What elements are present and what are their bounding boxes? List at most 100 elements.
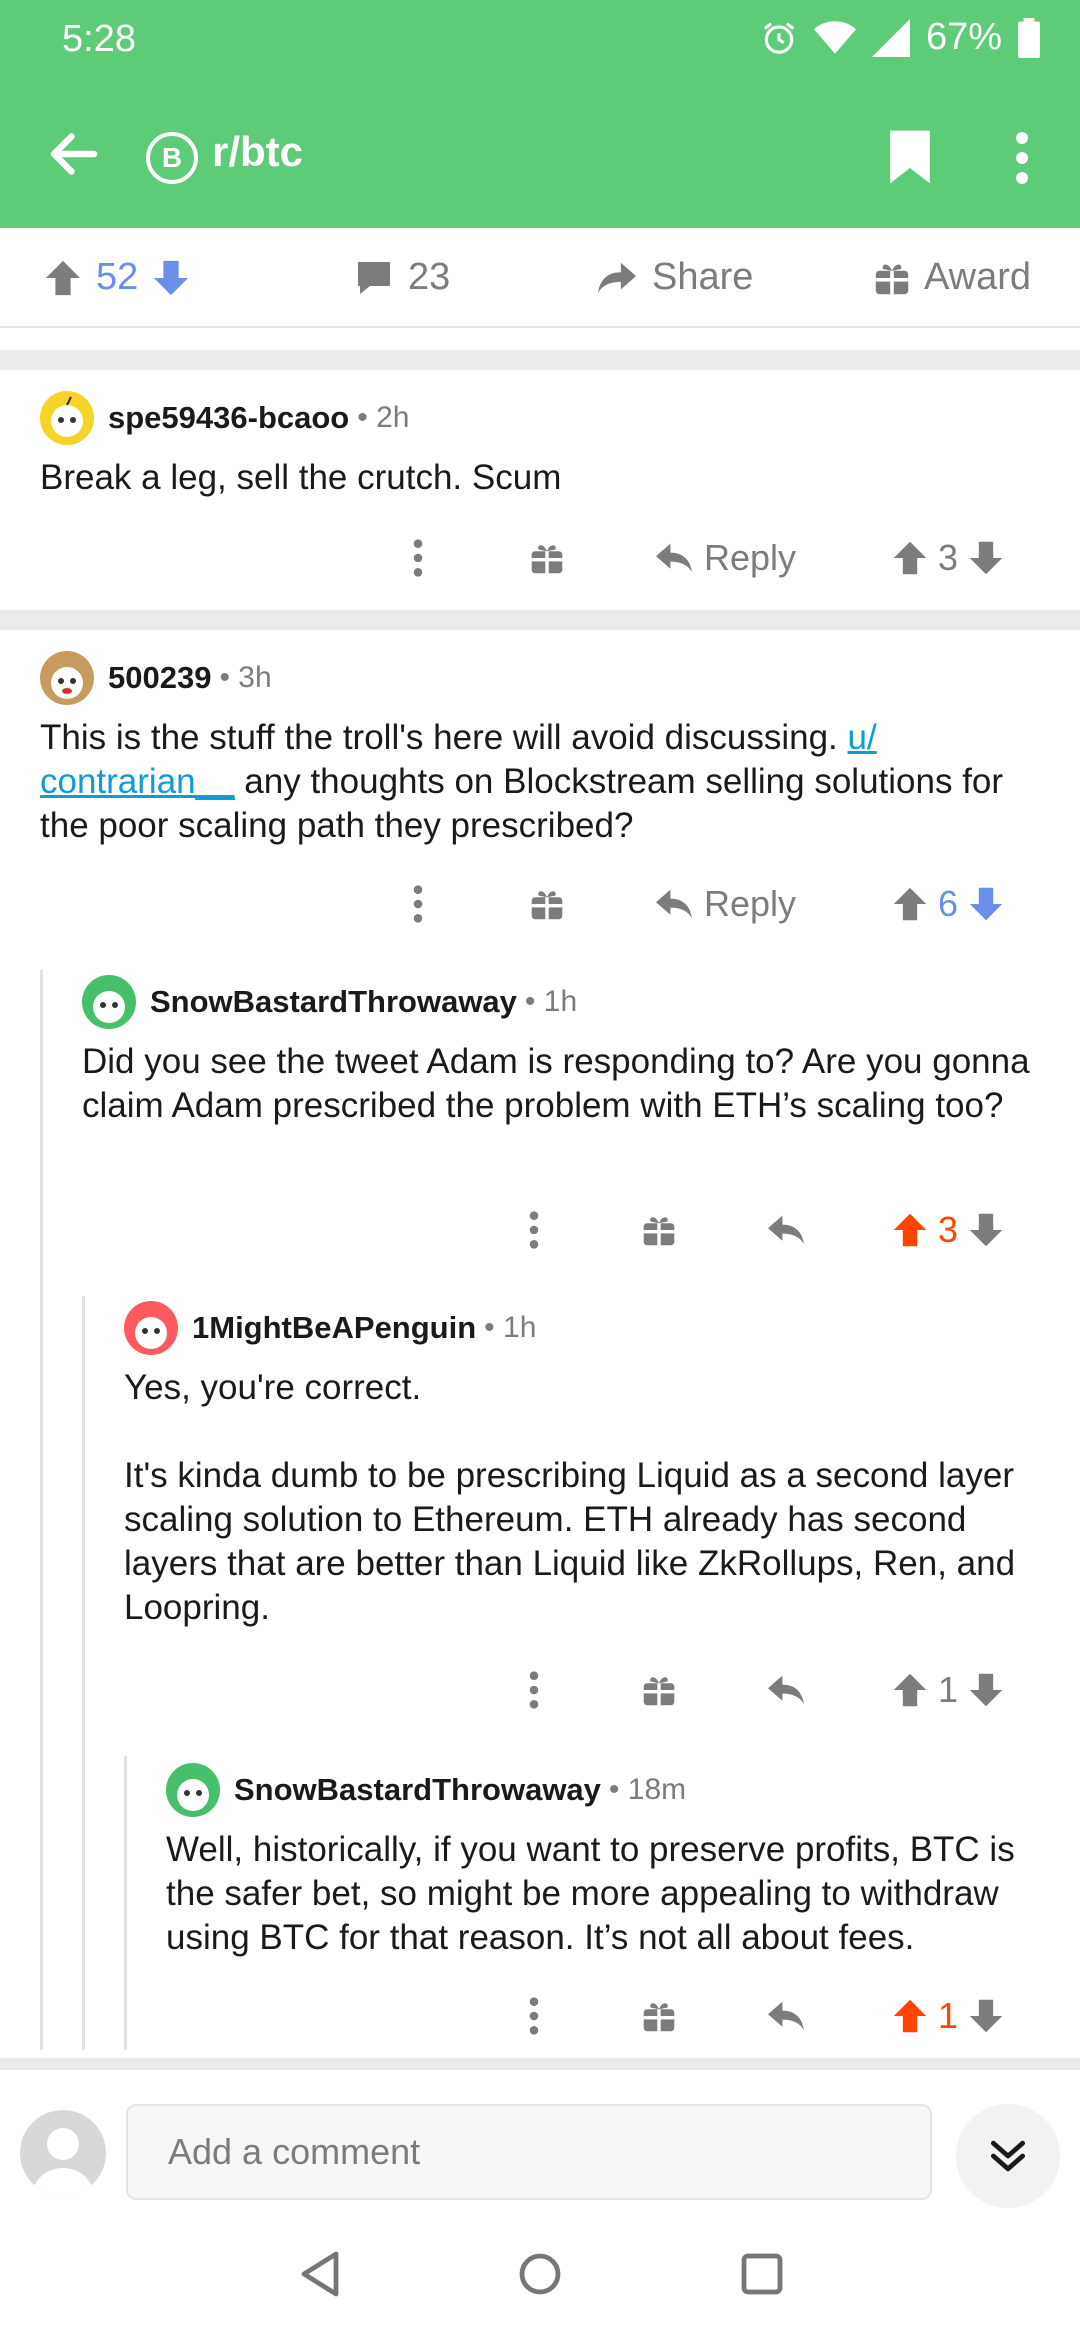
upvote-icon[interactable] — [892, 1672, 928, 1708]
avatar[interactable] — [40, 391, 94, 445]
gift-icon — [643, 1217, 675, 1246]
reply-icon — [768, 2001, 804, 2031]
recents-nav-icon[interactable] — [740, 2250, 784, 2298]
status-time: 5:28 — [62, 18, 136, 60]
comment-body: Did you see the tweet Adam is responding… — [82, 1042, 1030, 1125]
comment-more-button[interactable] — [528, 1200, 540, 1260]
comment-more-button[interactable] — [412, 874, 424, 934]
comment-author[interactable]: SnowBastardThrowaway — [234, 1772, 601, 1808]
section-divider — [0, 350, 1080, 370]
signal-icon — [871, 18, 910, 57]
subreddit-icon[interactable]: B — [146, 132, 198, 184]
back-arrow-icon[interactable] — [44, 124, 104, 184]
more-options-icon[interactable] — [1010, 130, 1034, 186]
add-comment-input[interactable]: Add a comment — [126, 2104, 932, 2200]
downvote-icon[interactable] — [968, 540, 1004, 576]
battery-icon — [1018, 17, 1040, 58]
comment-award-button[interactable] — [642, 1660, 676, 1720]
comments-count: 23 — [408, 256, 451, 298]
reply-button[interactable]: Reply — [654, 528, 796, 588]
comment-award-button[interactable] — [530, 528, 564, 588]
gift-icon — [643, 2003, 675, 2032]
comment-vote-group: 3 — [892, 528, 1004, 588]
comment-composer: Add a comment — [0, 2068, 1080, 2208]
snoo-avatar-icon — [93, 991, 125, 1023]
collapse-comments-button[interactable] — [956, 2104, 1060, 2208]
bookmark-icon[interactable] — [888, 128, 932, 186]
comment-vote-group: 1 — [892, 1986, 1004, 2046]
gift-icon — [531, 891, 563, 920]
comment-author[interactable]: SnowBastardThrowaway — [150, 984, 517, 1020]
comment-vote-group: 1 — [892, 1660, 1004, 1720]
more-options-icon — [529, 1997, 539, 2035]
comments-count-button[interactable]: 23 — [354, 256, 450, 299]
snoo-avatar-icon — [51, 667, 83, 699]
system-navigation-bar — [0, 2210, 1080, 2340]
more-options-icon — [529, 1671, 539, 1709]
comment-icon — [358, 261, 390, 294]
upvote-icon[interactable] — [892, 886, 928, 922]
wifi-icon — [813, 20, 856, 54]
comment-header: SnowBastardThrowaway • 18m — [166, 1762, 1066, 1818]
comment-time: • 2h — [357, 401, 410, 434]
comment-header: 500239 • 3h — [40, 650, 1040, 706]
downvote-icon[interactable] — [968, 886, 1004, 922]
comment-award-button[interactable] — [642, 1986, 676, 2046]
reply-button[interactable] — [766, 1660, 806, 1720]
comment-vote-group: 3 — [892, 1200, 1004, 1260]
avatar[interactable] — [82, 975, 136, 1029]
comment-more-button[interactable] — [412, 528, 424, 588]
gift-icon — [531, 545, 563, 574]
upvote-icon[interactable] — [892, 1998, 928, 2034]
comment-author[interactable]: 1MightBeAPenguin — [192, 1310, 476, 1346]
comment-score: 1 — [938, 1995, 959, 2036]
downvote-icon[interactable] — [152, 258, 190, 298]
snoo-avatar-icon — [135, 1317, 167, 1349]
home-nav-icon[interactable] — [518, 2250, 562, 2298]
upvote-icon[interactable] — [44, 258, 82, 298]
comment: spe59436-bcaoo • 2h Break a leg, sell th… — [40, 390, 1040, 500]
comment-body: This is the stuff the troll's here will … — [40, 718, 1004, 845]
reply-button[interactable] — [766, 1986, 806, 2046]
share-button[interactable]: Share — [596, 256, 753, 299]
comment-award-button[interactable] — [530, 874, 564, 934]
comment: 500239 • 3h This is the stuff the troll'… — [40, 650, 1040, 848]
avatar[interactable] — [124, 1301, 178, 1355]
reply-icon — [656, 889, 692, 919]
downvote-icon[interactable] — [968, 1998, 1004, 2034]
gift-icon — [875, 264, 909, 294]
downvote-icon[interactable] — [968, 1212, 1004, 1248]
comment-time: • 3h — [219, 661, 272, 694]
thread-line[interactable] — [40, 970, 43, 2050]
comment-more-button[interactable] — [528, 1986, 540, 2046]
comment-score: 6 — [938, 883, 959, 924]
user-avatar[interactable] — [20, 2110, 106, 2196]
avatar[interactable] — [40, 651, 94, 705]
comment-award-button[interactable] — [642, 1200, 676, 1260]
snoo-avatar-icon — [177, 1779, 209, 1811]
upvote-icon[interactable] — [892, 540, 928, 576]
battery-percent: 67% — [925, 16, 1002, 58]
more-options-icon — [413, 539, 423, 577]
back-nav-icon[interactable] — [298, 2250, 342, 2298]
award-button[interactable]: Award — [874, 256, 1031, 299]
comment-author[interactable]: 500239 — [108, 660, 211, 696]
avatar[interactable] — [166, 1763, 220, 1817]
comment-score: 1 — [938, 1669, 959, 1710]
reply-label: Reply — [704, 883, 797, 924]
gift-icon — [643, 1677, 675, 1706]
comment: SnowBastardThrowaway • 1h Did you see th… — [82, 974, 1052, 1128]
comment: 1MightBeAPenguin • 1h Yes, you're correc… — [124, 1300, 1054, 1630]
comment-actions: Reply 3 — [0, 528, 1080, 588]
subreddit-name[interactable]: r/btc — [212, 128, 303, 176]
downvote-icon[interactable] — [968, 1672, 1004, 1708]
comment-more-button[interactable] — [528, 1660, 540, 1720]
upvote-icon[interactable] — [892, 1212, 928, 1248]
reply-button[interactable] — [766, 1200, 806, 1260]
comment-author[interactable]: spe59436-bcaoo — [108, 400, 349, 436]
status-bar: 5:28 67% — [0, 0, 1080, 80]
reply-button[interactable]: Reply — [654, 874, 796, 934]
post-vote-group: 52 — [44, 256, 190, 299]
comment-body: Break a leg, sell the crutch. Scum — [40, 458, 562, 497]
app-header: 5:28 67% B r/btc — [0, 0, 1080, 228]
